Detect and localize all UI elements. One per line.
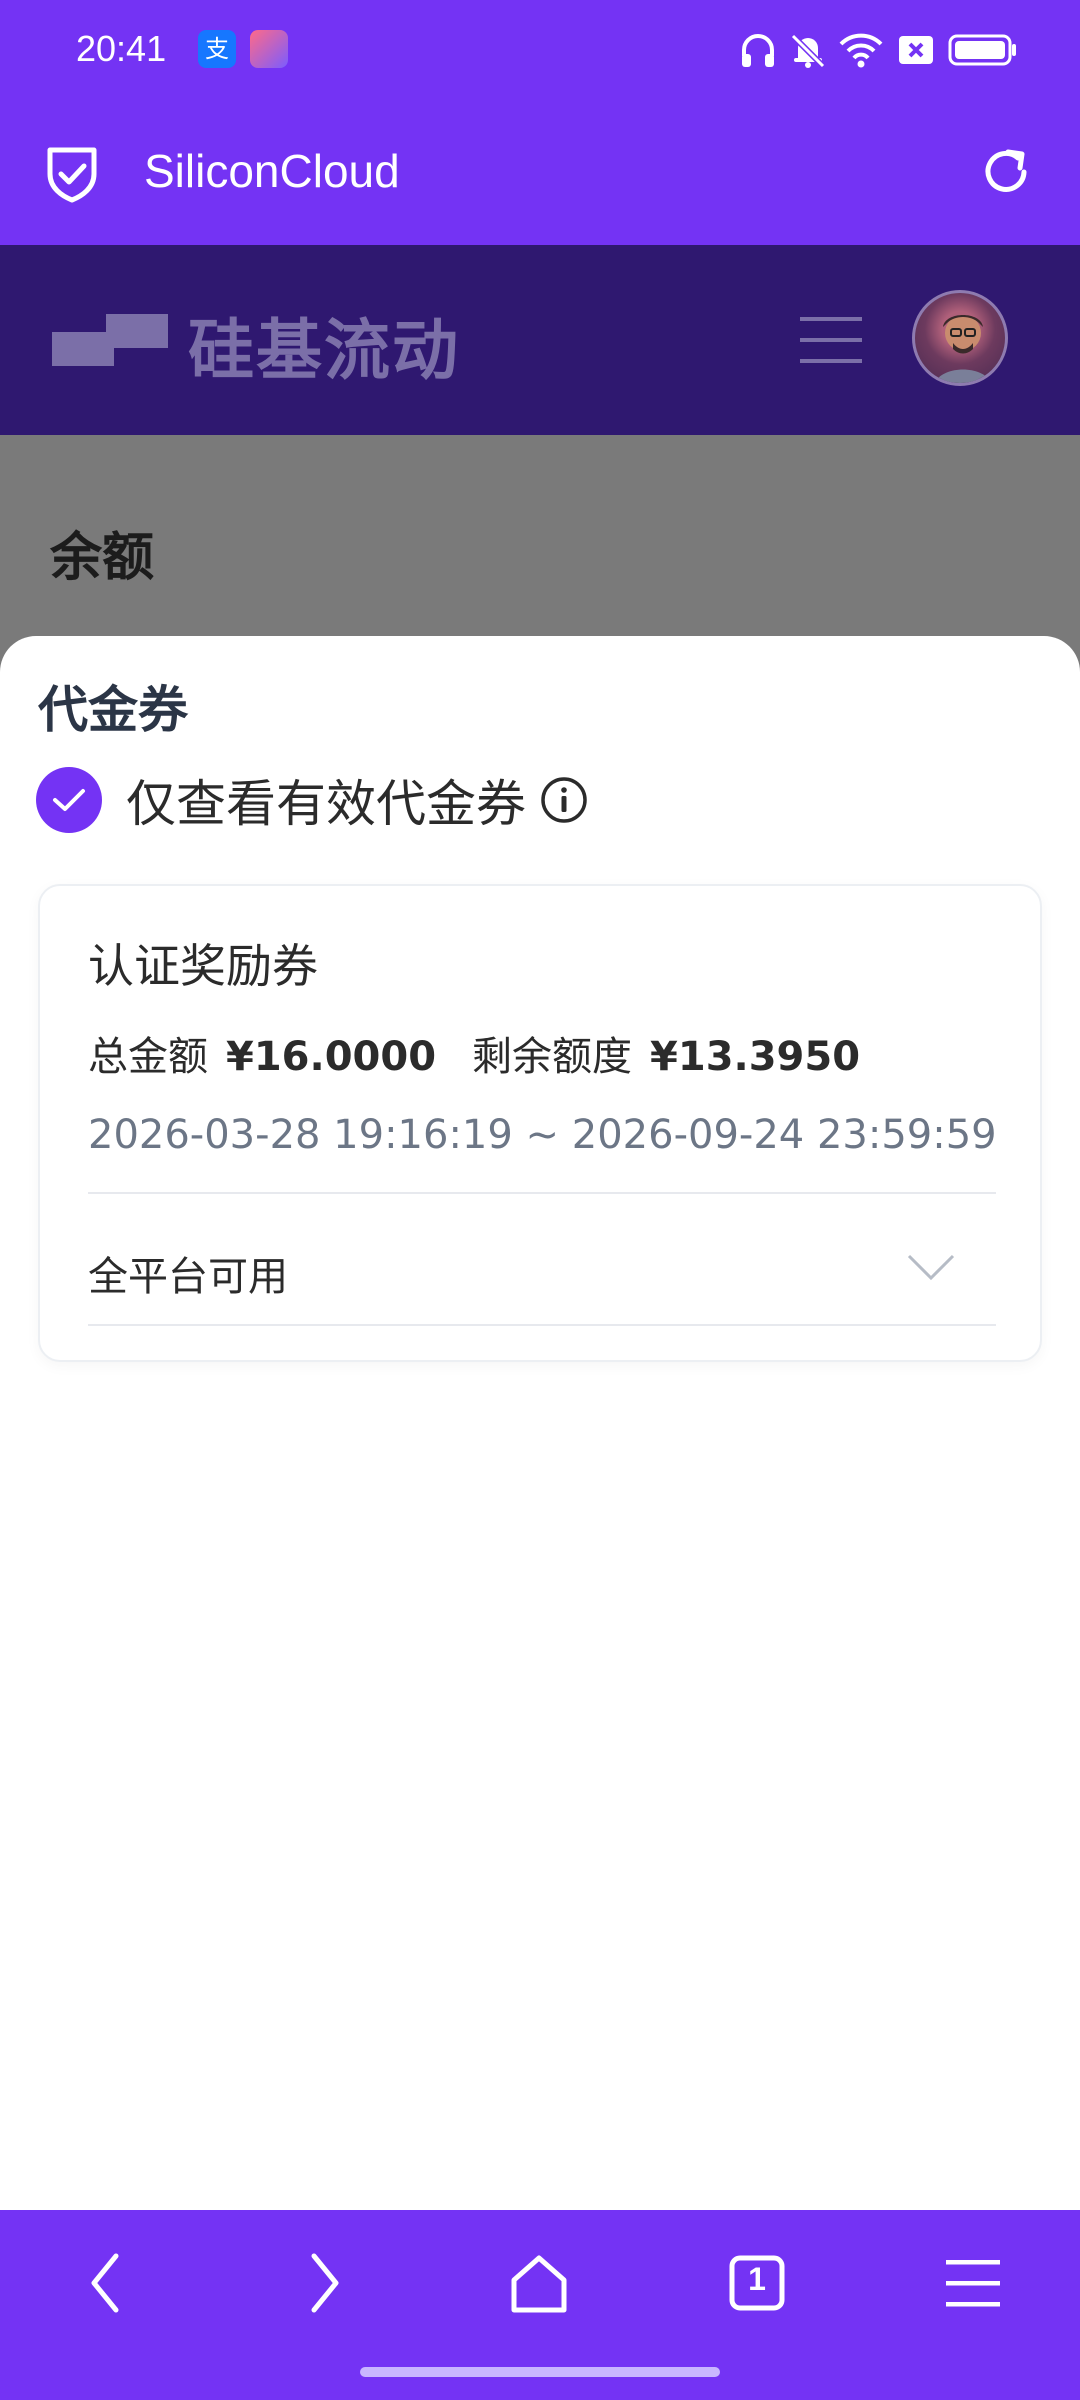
validity-period: 2026-03-28 19:16:19 ~ 2026-09-24 23:59:5… [88, 1112, 997, 1158]
voucher-sheet-title: 代金券 [38, 681, 188, 739]
voucher-amounts: 总金额 ¥16.0000 剩余额度 ¥13.3950 [88, 1024, 860, 1082]
headphones-icon [742, 34, 774, 67]
logo-mark-icon[interactable] [48, 310, 168, 370]
battery-icon [948, 34, 1016, 66]
alipay-icon: 支 [198, 30, 236, 68]
voucher-sheet: 代金券 仅查看有效代金券 认证奖励券 总金额 ¥16.0000 剩余额度 ¥13.39… [0, 636, 1080, 2210]
wifi-icon [839, 33, 883, 68]
voucher-name: 认证奖励券 [88, 939, 318, 993]
valid-only-filter[interactable]: 仅查看有效代金券 [36, 766, 588, 834]
check-icon [53, 789, 85, 811]
tabs-icon[interactable]: 1 [722, 2248, 792, 2318]
total-amount-value: ¥16.0000 [226, 1034, 437, 1080]
menu-icon[interactable] [938, 2248, 1008, 2318]
status-bar: 20:41 支 [0, 0, 1080, 100]
scope-expander[interactable]: 全平台可用 [88, 1206, 996, 1336]
total-amount-label: 总金额 [88, 1034, 208, 1080]
app-icon [250, 30, 288, 68]
card-divider-bottom [88, 1324, 996, 1326]
filter-label[interactable]: 仅查看有效代金券 [126, 764, 526, 836]
voucher-card: 认证奖励券 总金额 ¥16.0000 剩余额度 ¥13.3950 2026-03-28… [38, 884, 1042, 1362]
remaining-amount-value: ¥13.3950 [650, 1034, 861, 1080]
browser-title: SiliconCloud [144, 145, 400, 197]
hamburger-menu-icon[interactable] [800, 315, 862, 365]
remaining-amount-label: 剩余额度 [472, 1034, 633, 1080]
gesture-bar[interactable] [360, 2367, 720, 2377]
avatar-illustration [934, 315, 992, 383]
browser-toolbar: SiliconCloud [0, 100, 1080, 245]
status-time: 20:41 [76, 28, 167, 69]
bottom-nav: 1 [0, 2210, 1080, 2400]
back-icon[interactable] [72, 2248, 142, 2318]
chevron-down-icon[interactable] [906, 1252, 956, 1282]
reload-icon[interactable] [978, 144, 1034, 200]
close-box-icon [899, 36, 933, 64]
shield-check-icon[interactable] [44, 144, 100, 204]
home-icon[interactable] [504, 2248, 574, 2318]
forward-icon[interactable] [288, 2248, 358, 2318]
bell-muted-icon [790, 33, 826, 69]
avatar[interactable] [912, 290, 1008, 386]
card-divider-top [88, 1192, 996, 1194]
checkbox-checked-icon[interactable] [36, 767, 102, 833]
scope-label: 全平台可用 [88, 1254, 288, 1300]
tab-count: 1 [748, 2261, 766, 2297]
logo-text[interactable]: 硅基流动 [188, 297, 460, 393]
site-header: 硅基流动 [0, 245, 1080, 435]
info-icon[interactable] [540, 776, 588, 824]
balance-section-title: 余额 [50, 528, 155, 588]
